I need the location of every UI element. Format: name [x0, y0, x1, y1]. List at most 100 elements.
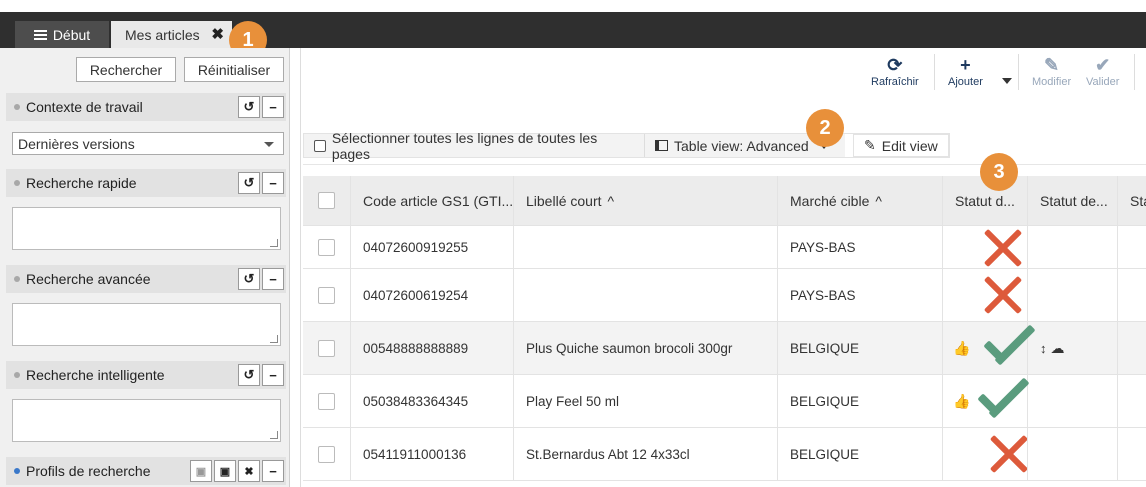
select-all-rows-checkbox[interactable]	[318, 192, 335, 209]
tab-my-articles[interactable]: Mes articles ✖	[111, 21, 232, 48]
divider	[303, 164, 1146, 165]
view-bar: Sélectionner toutes les lignes de toutes…	[303, 130, 950, 162]
table-row[interactable]: 05411911000136 St.Bernardus Abt 12 4x33c…	[303, 428, 1146, 481]
section-quick-search-label: Recherche rapide	[26, 175, 137, 191]
row-select-cell[interactable]	[303, 269, 351, 321]
section-search-profiles-label: Profils de recherche	[26, 463, 151, 479]
column-header-status-2[interactable]: Statut de...	[1028, 176, 1118, 225]
rejected-icon	[987, 432, 1027, 476]
sort-asc-icon: ^	[607, 192, 615, 209]
section-work-context: Contexte de travail ↺ −	[6, 93, 286, 121]
row-checkbox[interactable]	[318, 339, 335, 357]
bullet-icon	[14, 104, 20, 110]
column-header-status-2-label: Statut de...	[1040, 192, 1108, 209]
row-select-cell[interactable]	[303, 226, 351, 268]
rejected-icon	[981, 273, 1025, 317]
column-header-market[interactable]: Marché cible ^	[778, 176, 943, 225]
row-checkbox[interactable]	[318, 445, 335, 463]
column-header-label[interactable]: Libellé court ^	[514, 176, 778, 225]
cell-label: St.Bernardus Abt 12 4x33cl	[514, 428, 778, 480]
collapse-section-icon[interactable]: −	[262, 460, 284, 482]
table-view-label: Table view: Advanced	[674, 137, 809, 154]
cell-status-2: ↕ ☁	[1028, 322, 1118, 374]
row-checkbox[interactable]	[318, 238, 335, 256]
cell-status-1	[943, 428, 1028, 480]
table-row[interactable]: 04072600919255 PAYS-BAS	[303, 226, 1146, 269]
smart-search-input[interactable]	[12, 399, 281, 442]
collapse-section-icon[interactable]: −	[262, 268, 284, 290]
table-view-icon	[655, 140, 668, 151]
add-dropdown-icon[interactable]	[1002, 78, 1012, 84]
table-row[interactable]: 04072600619254 PAYS-BAS	[303, 269, 1146, 322]
cell-market: PAYS-BAS	[778, 226, 943, 268]
row-select-cell[interactable]	[303, 322, 351, 374]
select-all-pages[interactable]: Sélectionner toutes les lignes de toutes…	[304, 130, 644, 162]
column-header-code[interactable]: Code article GS1 (GTI...	[351, 176, 514, 225]
column-header-label-text: Libellé court	[526, 192, 602, 209]
cell-code: 04072600619254	[351, 269, 514, 321]
select-all-checkbox[interactable]	[314, 139, 326, 152]
menu-icon	[33, 29, 47, 40]
cell-status-3	[1118, 226, 1146, 268]
edit-view-label: Edit view	[881, 137, 938, 154]
reset-section-icon[interactable]: ↺	[238, 268, 260, 290]
cell-status-1: 👍	[943, 375, 1030, 427]
trash-icon[interactable]: ✖	[238, 460, 260, 482]
bullet-icon	[14, 372, 20, 378]
validate-button[interactable]: ✔ Valider	[1086, 54, 1119, 88]
cell-status-2	[1028, 269, 1118, 321]
table-row[interactable]: 00548888888889 Plus Quiche saumon brocol…	[303, 322, 1146, 375]
bullet-icon	[14, 468, 20, 474]
add-label: Ajouter	[948, 76, 983, 88]
section-smart-search-label: Recherche intelligente	[26, 367, 165, 383]
collapse-section-icon[interactable]: −	[262, 96, 284, 118]
callout-badge-3: 3	[980, 153, 1018, 191]
section-quick-search: Recherche rapide ↺ −	[6, 169, 286, 197]
column-header-market-label: Marché cible	[790, 192, 870, 209]
section-smart-search: Recherche intelligente ↺ −	[6, 361, 286, 389]
row-select-cell[interactable]	[303, 428, 351, 480]
pencil-icon: ✎	[864, 137, 876, 153]
cell-status-2	[1028, 428, 1118, 480]
refresh-icon: ⟳	[887, 55, 903, 75]
reset-section-icon[interactable]: ↺	[238, 364, 260, 386]
toolbar-divider	[934, 54, 935, 90]
search-panel: Rechercher Réinitialiser Contexte de tra…	[0, 48, 290, 487]
cell-market: PAYS-BAS	[778, 269, 943, 321]
refresh-label: Rafraîchir	[871, 76, 919, 88]
quick-search-input[interactable]	[12, 207, 281, 250]
save-icon[interactable]: ▣	[214, 460, 236, 482]
plus-icon: +	[960, 55, 971, 75]
row-checkbox[interactable]	[318, 286, 335, 304]
reset-section-icon[interactable]: ↺	[238, 172, 260, 194]
cell-status-3	[1118, 375, 1146, 427]
table-row[interactable]: 05038483364345 Play Feel 50 ml BELGIQUE …	[303, 375, 1146, 428]
close-tab-icon[interactable]: ✖	[211, 25, 224, 43]
cloud-icon: ☁	[1050, 339, 1065, 356]
bullet-icon	[14, 276, 20, 282]
search-button[interactable]: Rechercher	[76, 57, 176, 82]
cell-code: 00548888888889	[351, 322, 514, 374]
tab-home[interactable]: Début	[15, 21, 109, 48]
advanced-search-input[interactable]	[12, 303, 281, 346]
work-context-select[interactable]: Dernières versions	[12, 132, 284, 155]
edit-view-button[interactable]: ✎ Edit view	[853, 134, 949, 157]
row-select-cell[interactable]	[303, 375, 351, 427]
cell-status-1	[943, 226, 1028, 268]
column-header-status-3-label: Sta	[1130, 192, 1146, 209]
header-select-cell[interactable]	[303, 176, 351, 225]
reset-section-icon[interactable]: ↺	[238, 96, 260, 118]
toolbar-divider	[1134, 54, 1135, 90]
collapse-section-icon[interactable]: −	[262, 172, 284, 194]
cell-label	[514, 226, 778, 268]
tab-bar: Début Mes articles ✖	[0, 12, 1146, 48]
edit-button[interactable]: ✎ Modifier	[1032, 54, 1071, 88]
row-checkbox[interactable]	[318, 392, 335, 410]
column-header-status-3[interactable]: Sta	[1118, 176, 1146, 225]
reset-button[interactable]: Réinitialiser	[184, 57, 284, 82]
work-context-value: Dernières versions	[18, 135, 135, 152]
save-as-icon[interactable]: ▣	[190, 460, 212, 482]
add-button[interactable]: + Ajouter	[948, 54, 983, 88]
refresh-button[interactable]: ⟳ Rafraîchir	[871, 54, 919, 88]
collapse-section-icon[interactable]: −	[262, 364, 284, 386]
